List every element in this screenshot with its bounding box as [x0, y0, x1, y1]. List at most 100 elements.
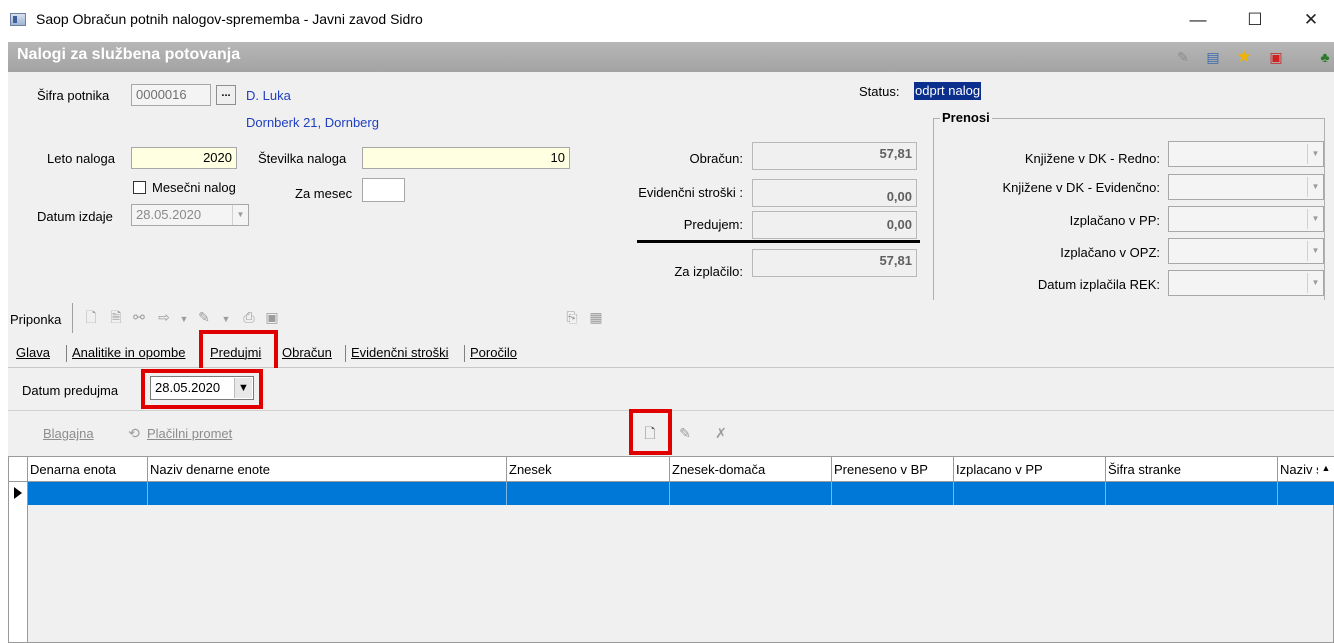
prenosi-label-pp: Izplačano v PP: [1069, 213, 1160, 228]
scan-icon[interactable]: ⎘ [563, 308, 581, 326]
browse-button[interactable]: ... [216, 85, 236, 105]
col-znesek-domaca[interactable]: Znesek-domača [670, 457, 832, 482]
star-icon[interactable]: ★ [1235, 48, 1253, 66]
stevilka-label: Številka naloga [258, 151, 347, 166]
table-cell[interactable] [954, 482, 1106, 505]
obracun-value: 57,81 [752, 142, 917, 170]
pdf-icon[interactable]: ▣ [1267, 48, 1285, 66]
table-cell[interactable] [670, 482, 832, 505]
row-indicator-icon [9, 482, 28, 505]
print-icon[interactable]: ▦ [587, 308, 605, 326]
col-denarna-enota[interactable]: Denarna enota [28, 457, 148, 482]
link-icon[interactable]: ⚯ [130, 308, 148, 326]
prenosi-field-evidencno[interactable]: ▼ [1168, 174, 1324, 200]
izplacilo-label: Za izplačilo: [674, 264, 743, 279]
za-mesec-field[interactable] [362, 178, 405, 202]
col-preneseno-bp[interactable]: Preneseno v BP [832, 457, 954, 482]
chevron-down-icon[interactable]: ▼ [1307, 241, 1323, 261]
prenosi-field-rek[interactable]: ▼ [1168, 270, 1324, 296]
leto-field[interactable]: 2020 [131, 147, 237, 169]
section-title: Nalogi za službena potovanja [17, 46, 241, 63]
tab-obracun[interactable]: Obračun [282, 345, 332, 360]
chevron-down-icon[interactable]: ▼ [1307, 273, 1323, 293]
minimize-button[interactable]: — [1175, 6, 1221, 34]
datum-izdaje-field[interactable]: 28.05.2020 ▼ [131, 204, 249, 226]
highlight-datum-predujma [141, 369, 263, 409]
col-izplacano-pp[interactable]: Izplacano v PP [954, 457, 1106, 482]
person-icon[interactable]: ♣ [1316, 48, 1334, 66]
edit-record-icon[interactable]: ✎ [676, 424, 694, 442]
tab-evidencni[interactable]: Evidenčni stroški [351, 345, 449, 360]
prenosi-label-rek: Datum izplačila REK: [1037, 277, 1160, 292]
col-naziv-denarne-enote[interactable]: Naziv denarne enote [148, 457, 507, 482]
highlight-new-record [629, 409, 672, 455]
stevilka-field[interactable]: 10 [362, 147, 570, 169]
status-label: Status: [859, 84, 900, 99]
blagajna-button[interactable]: Blagajna [43, 426, 94, 441]
app-icon [10, 13, 26, 26]
prenosi-field-pp[interactable]: ▼ [1168, 206, 1324, 232]
prenosi-label-opz: Izplačano v OPZ: [1060, 245, 1160, 260]
maximize-button[interactable]: ☐ [1232, 6, 1278, 34]
prenosi-label-evidencno: Knjižene v DK - Evidenčno: [1002, 180, 1160, 195]
table-cell[interactable] [507, 482, 670, 505]
prenosi-title: Prenosi [940, 110, 992, 125]
pen-icon[interactable]: ✎ [195, 308, 213, 326]
tab-porocilo[interactable]: Poročilo [470, 345, 517, 360]
evidencni-label: Evidenčni stroški : [638, 185, 743, 200]
col-sifra-stranke[interactable]: Šifra stranke [1106, 457, 1278, 482]
export-icon[interactable]: ⇨ [155, 308, 173, 326]
table-cell[interactable] [148, 482, 507, 505]
datum-predujma-label: Datum predujma [22, 383, 119, 398]
title-bar: Saop Obračun potnih nalogov-sprememba - … [0, 0, 1334, 40]
grid-header: Denarna enota Naziv denarne enote Znesek… [9, 457, 1334, 482]
tab-glava[interactable]: Glava [16, 345, 50, 360]
traveler-name: D. Luka [246, 88, 291, 103]
za-mesec-label: Za mesec [295, 186, 353, 201]
status-value: odprt nalog [914, 82, 982, 100]
table-cell[interactable] [832, 482, 954, 505]
predujem-label: Predujem: [683, 217, 743, 232]
attachment-label: Priponka [10, 312, 62, 327]
scroll-up-icon[interactable]: ▲ [1320, 463, 1332, 475]
chevron-down-icon[interactable]: ▼ [232, 205, 248, 225]
table-cell[interactable] [1106, 482, 1278, 505]
close-button[interactable]: ✕ [1288, 6, 1334, 34]
chevron-down-icon[interactable]: ▼ [175, 310, 193, 328]
stamp-icon[interactable]: ⎙ [240, 308, 258, 326]
chevron-down-icon[interactable]: ▼ [217, 310, 235, 328]
edit-document-icon[interactable]: 🗎 [107, 308, 125, 326]
window-title: Saop Obračun potnih nalogov-sprememba - … [36, 11, 423, 27]
leto-label: Leto naloga [47, 151, 115, 166]
mesecni-checkbox[interactable] [133, 181, 146, 194]
table-cell[interactable] [28, 482, 148, 505]
table-row[interactable] [9, 482, 1334, 505]
lock-icon[interactable]: ▣ [263, 308, 281, 326]
edit-icon[interactable]: ✎ [1174, 48, 1192, 66]
sifra-field[interactable]: 0000016 [131, 84, 211, 106]
traveler-address: Dornberk 21, Dornberg [246, 115, 379, 130]
list-icon[interactable]: ▤ [1204, 48, 1222, 66]
highlight-tab-predujmi [199, 330, 278, 373]
toolbar-separator [72, 303, 73, 333]
table-cell[interactable] [1278, 482, 1333, 505]
prenosi-field-redno[interactable]: ▼ [1168, 141, 1324, 167]
mesecni-label: Mesečni nalog [152, 180, 236, 195]
delete-record-icon[interactable]: ✗ [712, 424, 730, 442]
tab-separator [345, 345, 346, 362]
chevron-down-icon[interactable]: ▼ [1307, 209, 1323, 229]
col-naziv-stranke[interactable]: Naziv s [1278, 457, 1318, 482]
tab-separator [66, 345, 67, 362]
prenosi-label-redno: Knjižene v DK - Redno: [1024, 151, 1160, 166]
tab-analitike[interactable]: Analitike in opombe [72, 345, 185, 360]
chevron-down-icon[interactable]: ▼ [1307, 144, 1323, 164]
datum-izdaje-value: 28.05.2020 [136, 207, 202, 222]
obracun-label: Obračun: [689, 151, 743, 166]
placilni-promet-button[interactable]: Plačilni promet [147, 426, 232, 441]
new-document-icon[interactable]: 🗋 [82, 308, 100, 326]
total-divider [637, 240, 920, 243]
chevron-down-icon[interactable]: ▼ [1307, 177, 1323, 197]
col-znesek[interactable]: Znesek [507, 457, 670, 482]
prenosi-field-opz[interactable]: ▼ [1168, 238, 1324, 264]
datum-izdaje-label: Datum izdaje [37, 209, 113, 224]
